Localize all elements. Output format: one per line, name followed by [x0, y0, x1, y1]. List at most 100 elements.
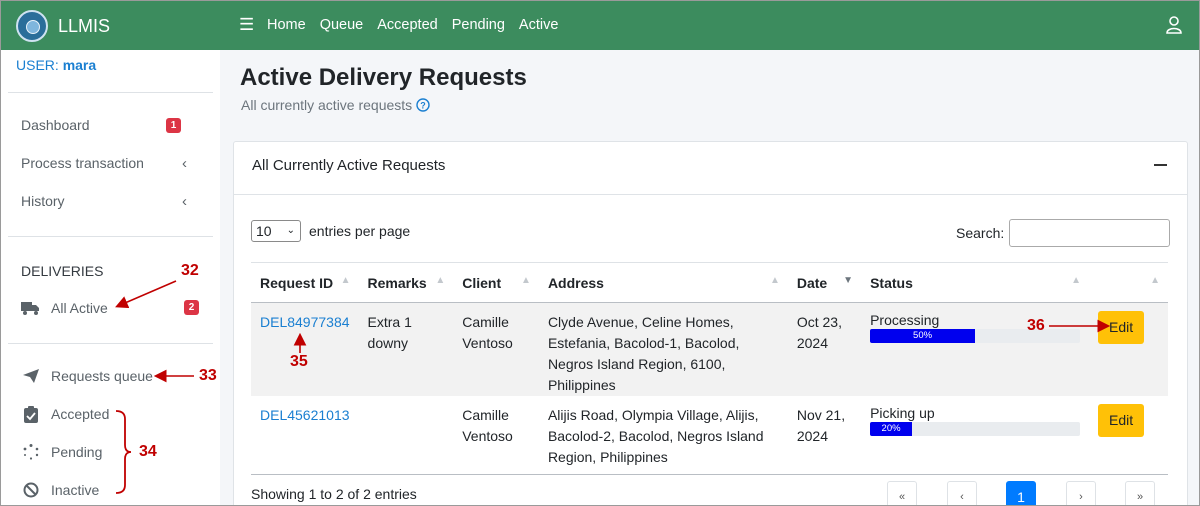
annotation-35: 35: [290, 353, 308, 370]
page-subtitle-text: All currently active requests: [241, 97, 413, 113]
page-1-button[interactable]: 1: [1006, 481, 1036, 505]
page-prev-button[interactable]: ‹: [947, 481, 977, 505]
page-next-button[interactable]: ›: [1066, 481, 1096, 505]
question-circle-icon[interactable]: ?: [416, 98, 430, 112]
annotation-32: 32: [181, 262, 199, 279]
edit-button[interactable]: Edit: [1098, 404, 1145, 437]
sidebar-item-accepted[interactable]: Accepted: [21, 405, 201, 423]
divider: [8, 236, 213, 237]
sort-icon: ▲: [340, 275, 351, 286]
progress-bar-track: 20%: [870, 422, 1081, 436]
annotation-36: 36: [1027, 317, 1045, 334]
collapse-minus-icon[interactable]: [1154, 164, 1167, 166]
entries-value: 10: [256, 223, 272, 239]
page-title: Active Delivery Requests: [240, 64, 527, 91]
sort-icon: ▲: [521, 275, 531, 286]
page-first-button[interactable]: «: [887, 481, 917, 505]
remarks-cell: Extra 1 downy: [367, 314, 412, 351]
annotation-33: 33: [199, 367, 217, 384]
sidebar-item-label: Process transaction: [21, 155, 144, 171]
annotation-34: 34: [139, 443, 157, 460]
requests-table: Request ID ▲ Remarks ▲ Client ▲ Address ▲ Da…: [251, 262, 1168, 475]
chevron-down-icon: ⌄: [286, 225, 295, 236]
notification-badge: 2: [184, 300, 199, 315]
sort-icon: ▲: [1071, 275, 1082, 286]
svg-text:?: ?: [420, 101, 426, 111]
spinner-icon: [21, 443, 41, 461]
user-name: mara: [62, 57, 97, 73]
status-text: Picking up: [870, 405, 935, 421]
top-navbar: LLMIS ☰ Home Queue Accepted Pending Acti…: [1, 1, 1199, 50]
sort-icon: ▲: [435, 275, 446, 286]
address-cell: Alijis Road, Olympia Village, Alijis, Ba…: [547, 407, 764, 465]
chevron-left-icon: ‹: [182, 154, 187, 172]
sort-desc-icon: ▼: [843, 275, 854, 286]
pagination-info: Showing 1 to 2 of 2 entries: [251, 486, 417, 502]
column-header-request-id[interactable]: Request ID ▲: [251, 262, 359, 303]
user-info: USER: mara: [16, 57, 96, 73]
user-icon[interactable]: [1165, 15, 1183, 35]
entries-select[interactable]: 10 ⌄: [251, 220, 301, 242]
request-id-link[interactable]: DEL84977384: [260, 314, 350, 330]
sidebar-item-label: History: [21, 193, 65, 209]
ban-icon: [21, 481, 41, 499]
nav-home[interactable]: Home: [267, 17, 306, 33]
entries-control: 10 ⌄ entries per page: [251, 220, 410, 242]
truck-icon: [21, 299, 41, 317]
search-label: Search:: [956, 225, 1005, 241]
sidebar-item-dashboard[interactable]: Dashboard 1: [21, 117, 201, 133]
column-header-date[interactable]: Date ▼: [787, 262, 862, 303]
nav-active[interactable]: Active: [519, 17, 559, 33]
hamburger-menu-icon[interactable]: ☰: [239, 15, 254, 35]
sidebar-item-pending[interactable]: Pending: [21, 443, 201, 461]
status-cell: Picking up 20%: [861, 396, 1089, 474]
sort-icon: ▲: [1150, 275, 1160, 286]
progress-bar-track: 50%: [870, 329, 1081, 343]
nav-pending[interactable]: Pending: [452, 17, 505, 33]
client-cell: Camille Ventoso: [462, 314, 513, 351]
chevron-left-icon: ‹: [182, 192, 187, 210]
sort-icon: ▲: [769, 275, 780, 286]
sidebar-item-history[interactable]: History ‹: [21, 192, 201, 210]
page-subtitle: All currently active requests ?: [241, 97, 430, 113]
sidebar-item-inactive[interactable]: Inactive: [21, 481, 201, 499]
section-heading-deliveries: DELIVERIES: [21, 263, 104, 279]
sidebar-item-requests-queue[interactable]: Requests queue: [21, 367, 201, 385]
app-name: LLMIS: [58, 15, 111, 36]
sidebar-item-label: All Active: [51, 300, 108, 316]
notification-badge: 1: [166, 118, 181, 133]
progress-bar: 20%: [870, 422, 913, 436]
brand[interactable]: LLMIS: [16, 10, 110, 42]
divider: [8, 92, 213, 93]
logo-icon: [16, 10, 48, 42]
edit-button[interactable]: Edit: [1098, 311, 1145, 344]
column-header-status[interactable]: Status ▲: [861, 262, 1090, 303]
top-nav: Home Queue Accepted Pending Active: [267, 17, 572, 33]
search-input[interactable]: [1009, 219, 1170, 247]
column-header-remarks[interactable]: Remarks ▲: [358, 262, 454, 303]
paper-plane-icon: [21, 367, 41, 385]
sidebar-item-label: Accepted: [51, 406, 110, 422]
date-cell: Nov 21, 2024: [796, 407, 846, 444]
sidebar-item-label: Requests queue: [51, 368, 153, 384]
progress-bar: 50%: [870, 329, 976, 343]
card-title: All Currently Active Requests: [252, 157, 446, 174]
table-row: DEL45621013 Camille Ventoso Alijis Road,…: [251, 396, 1168, 474]
app-frame: LLMIS ☰ Home Queue Accepted Pending Acti…: [0, 0, 1200, 506]
date-cell: Oct 23, 2024: [796, 314, 842, 351]
address-cell: Clyde Avenue, Celine Homes, Estefania, B…: [547, 314, 740, 393]
entries-label: entries per page: [309, 223, 411, 239]
sidebar-item-all-active[interactable]: All Active 2: [21, 299, 201, 317]
page-last-button[interactable]: »: [1125, 481, 1155, 505]
nav-accepted[interactable]: Accepted: [377, 17, 437, 33]
nav-queue[interactable]: Queue: [320, 17, 364, 33]
column-header-address[interactable]: Address ▲: [538, 262, 788, 303]
sidebar-item-process-transaction[interactable]: Process transaction ‹: [21, 154, 201, 172]
column-header-client[interactable]: Client ▲: [453, 262, 539, 303]
column-header-actions[interactable]: ▲: [1089, 262, 1168, 303]
user-label: USER:: [16, 57, 59, 73]
card-header: All Currently Active Requests: [234, 142, 1187, 195]
sidebar-item-label: Dashboard: [21, 117, 90, 133]
request-id-link[interactable]: DEL45621013: [260, 407, 350, 423]
divider: [8, 343, 213, 344]
